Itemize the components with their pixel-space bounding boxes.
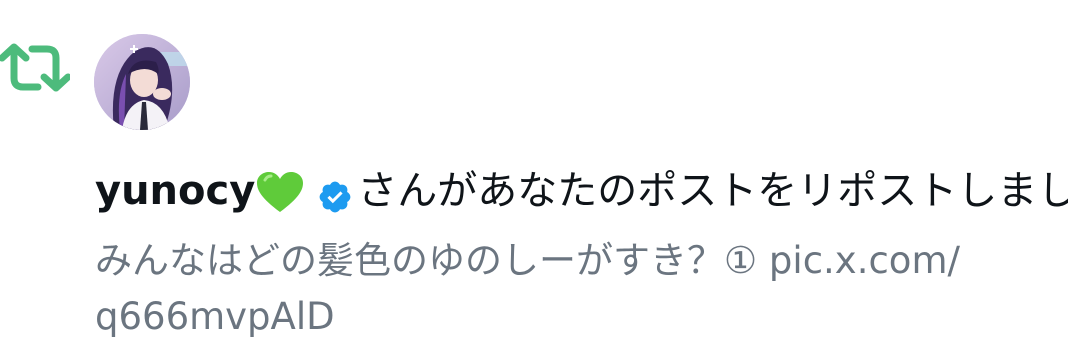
post-link-text[interactable]: q666mvpAlD <box>95 289 1025 345</box>
post-preview[interactable]: みんなはどの髪色のゆのしーがすき？① pic.x.com/ q666mvpAlD <box>95 233 1025 345</box>
username-link[interactable]: yunocy <box>95 163 255 219</box>
verified-badge-icon[interactable] <box>317 174 353 213</box>
post-text-line: みんなはどの髪色のゆのしーがすき？① pic.x.com/ <box>95 239 960 282</box>
notification-headline: yunocy さんがあなたのポストをリポストしました <box>95 163 1068 219</box>
green-heart-icon <box>257 172 304 214</box>
repost-icon <box>0 42 72 94</box>
repost-notification[interactable]: yunocy さんがあなたのポストをリポストしました みんなはどの髪色のゆのしー… <box>0 0 1068 355</box>
action-text: さんがあなたのポストをリポストしました <box>357 168 1068 214</box>
avatar[interactable] <box>94 34 190 130</box>
